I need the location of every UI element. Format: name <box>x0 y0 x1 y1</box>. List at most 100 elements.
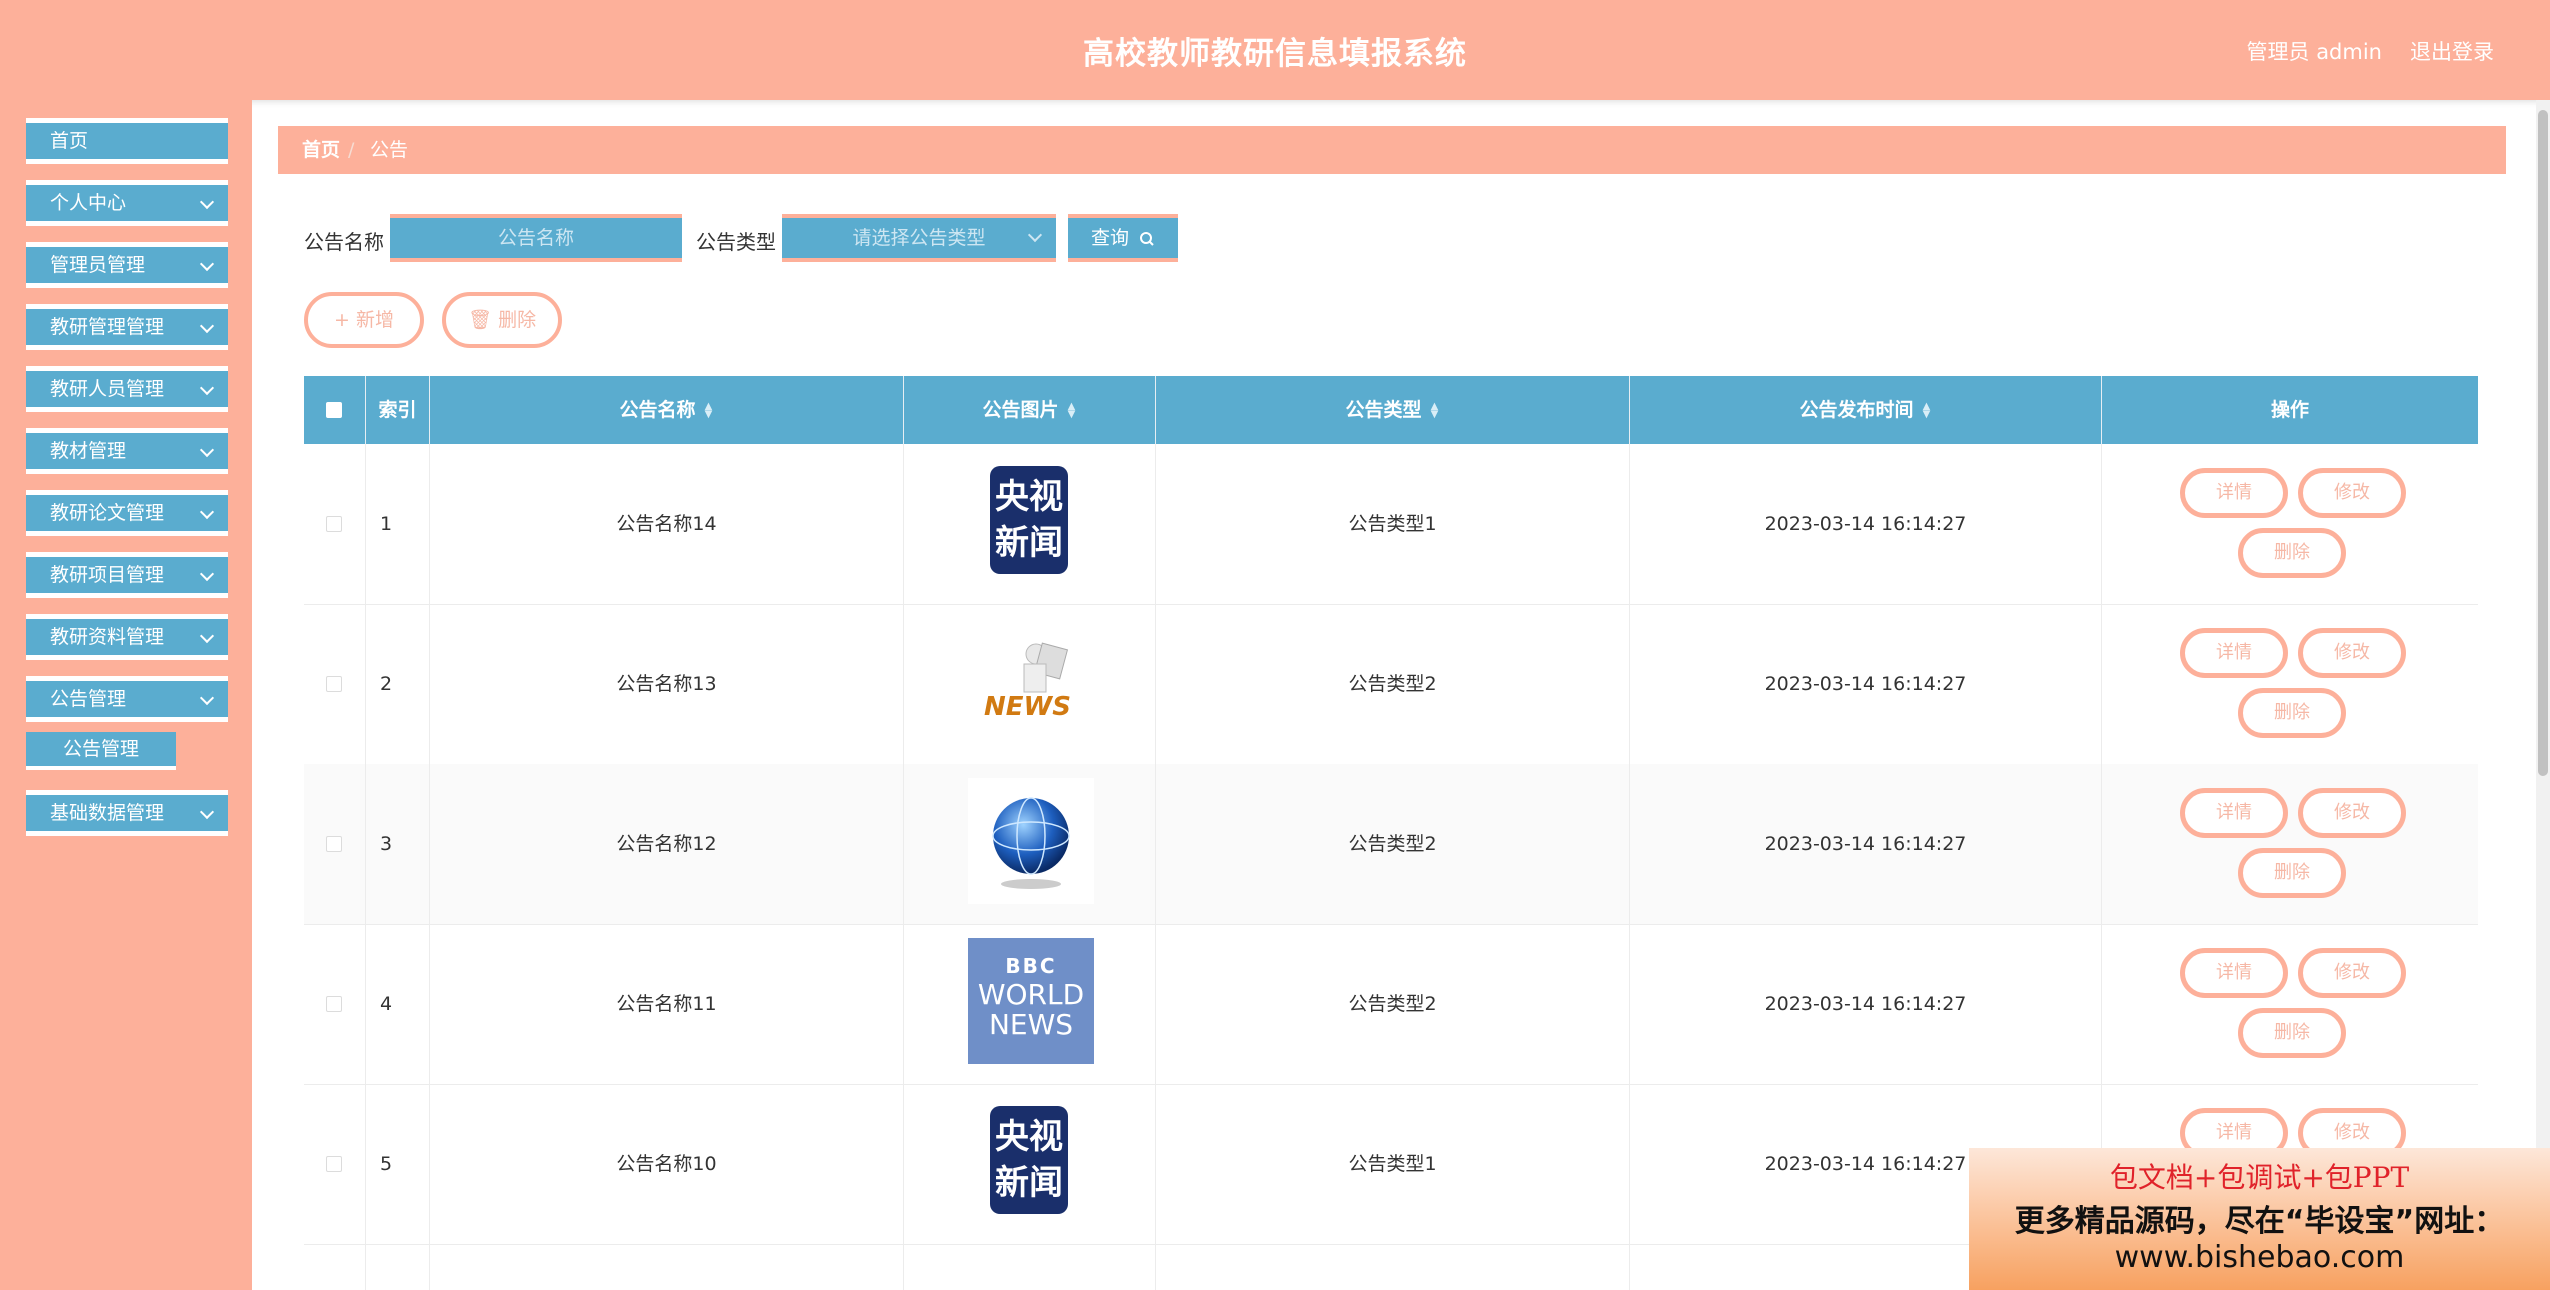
delete-button[interactable]: 删除 <box>2238 528 2346 578</box>
col-type-label: 公告类型 <box>1345 399 1422 421</box>
table-header: 索引 公告名称 ▲ ▼ 公告图片 ▲ ▼ 公告类型 ▲ ▼ 公告发布时间 ▲ ▼ 操作 <box>304 376 2478 444</box>
detail-button[interactable]: 详情 <box>2180 628 2288 678</box>
cctv-logo-line1: 央视 <box>995 477 1063 517</box>
chevron-down-icon <box>199 628 215 644</box>
row-select-cell <box>304 1244 366 1290</box>
query-button[interactable]: 查询 <box>1068 214 1178 262</box>
search-icon <box>1140 231 1154 246</box>
page-scrollbar-thumb[interactable] <box>2538 110 2548 776</box>
notice-type-select[interactable]: 请选择公告类型 <box>782 214 1056 262</box>
edit-button[interactable]: 修改 <box>2298 948 2406 998</box>
notice-name-input[interactable]: 公告名称 <box>390 214 682 262</box>
cctv-news-image: 央视 新闻 <box>990 1106 1068 1214</box>
breadcrumb-current: 公告 <box>370 139 409 161</box>
detail-button[interactable]: 详情 <box>2180 468 2288 518</box>
sidebar-item-admins[interactable]: 管理员管理 <box>26 242 228 288</box>
batch-delete-label: 删除 <box>498 309 537 331</box>
current-user: 管理员 admin <box>2246 40 2382 64</box>
sort-icon[interactable]: ▲ ▼ <box>1922 401 1932 419</box>
sidebar-item-home[interactable]: 首页 <box>26 118 228 164</box>
news-figure-image: NEWS <box>984 634 1080 724</box>
sidebar-item-researchers[interactable]: 教研人员管理 <box>26 366 228 412</box>
sidebar-item-label: 教研人员管理 <box>50 378 165 400</box>
notice-type-placeholder: 请选择公告类型 <box>852 227 986 249</box>
edit-button[interactable]: 修改 <box>2298 788 2406 838</box>
trash-icon: 🗑 <box>467 309 493 331</box>
batch-delete-button[interactable]: 🗑 删除 <box>442 292 562 348</box>
row-select-cell <box>304 764 366 924</box>
row-actions: 详情 修改 删除 <box>2102 764 2478 924</box>
sort-icon[interactable]: ▲ ▼ <box>1067 401 1077 419</box>
col-image[interactable]: 公告图片 ▲ ▼ <box>904 376 1156 444</box>
row-actions: 详情 修改 删除 <box>2102 444 2478 604</box>
chevron-down-icon <box>199 504 215 520</box>
row-type: 公告类型1 <box>1156 1084 1630 1244</box>
sidebar-item-papers[interactable]: 教研论文管理 <box>26 490 228 536</box>
detail-button[interactable]: 详情 <box>2180 948 2288 998</box>
select-all-checkbox[interactable] <box>326 402 342 418</box>
delete-button[interactable]: 删除 <box>2238 1008 2346 1058</box>
row-image-cell: NEWS <box>904 604 1156 764</box>
notice-name-label: 公告名称 <box>304 230 384 254</box>
edit-button[interactable]: 修改 <box>2298 628 2406 678</box>
notice-type-label: 公告类型 <box>696 230 776 254</box>
bbc-logo-text: BBC <box>1005 954 1057 978</box>
sidebar-item-projects[interactable]: 教研项目管理 <box>26 552 228 598</box>
row-checkbox[interactable] <box>326 676 342 692</box>
sidebar-item-label: 管理员管理 <box>50 254 146 276</box>
row-checkbox[interactable] <box>326 996 342 1012</box>
row-time: 2023-03-14 16:14:27 <box>1630 604 2102 764</box>
breadcrumb-home[interactable]: 首页 <box>302 126 340 174</box>
row-checkbox[interactable] <box>326 1156 342 1172</box>
table-row: 4 公告名称11 BBC WORLD NEWS 公告类型2 2023-03-14… <box>304 924 2478 1085</box>
chevron-down-icon <box>199 256 215 272</box>
news-word: NEWS <box>984 692 1071 722</box>
table-row: 3 公告名称12 公告类型2 2023-03-14 16:14:27 详情 修改… <box>304 764 2478 925</box>
add-button[interactable]: + 新增 <box>304 292 424 348</box>
row-index: 4 <box>366 924 430 1084</box>
col-time[interactable]: 公告发布时间 ▲ ▼ <box>1630 376 2102 444</box>
sidebar-item-research-mgmt[interactable]: 教研管理管理 <box>26 304 228 350</box>
delete-button[interactable]: 删除 <box>2238 848 2346 898</box>
sidebar-subitem-notices[interactable]: 公告管理 <box>26 732 176 770</box>
sidebar-item-profile[interactable]: 个人中心 <box>26 180 228 226</box>
sort-icon[interactable]: ▲ ▼ <box>704 401 714 419</box>
col-name-label: 公告名称 <box>619 399 696 421</box>
select-all-cell <box>304 376 366 444</box>
row-select-cell <box>304 604 366 764</box>
logout-link[interactable]: 退出登录 <box>2410 36 2494 66</box>
row-type <box>1156 1244 1630 1290</box>
row-image-cell <box>904 764 1156 924</box>
detail-button[interactable]: 详情 <box>2180 788 2288 838</box>
sort-icon[interactable]: ▲ ▼ <box>1430 401 1440 419</box>
sidebar-item-notices[interactable]: 公告管理 <box>26 676 228 722</box>
row-time: 2023-03-14 16:14:27 <box>1630 764 2102 924</box>
bbc-news-text: NEWS <box>988 1008 1074 1041</box>
row-index: 2 <box>366 604 430 764</box>
cctv-logo-line2: 新闻 <box>995 1163 1063 1203</box>
edit-button[interactable]: 修改 <box>2298 468 2406 518</box>
col-name[interactable]: 公告名称 ▲ ▼ <box>430 376 904 444</box>
promo-url: www.bishebao.com <box>2114 1240 2405 1275</box>
chevron-down-icon <box>1027 227 1043 243</box>
chevron-down-icon <box>199 442 215 458</box>
sidebar-item-base-data[interactable]: 基础数据管理 <box>26 790 228 836</box>
row-name: 公告名称11 <box>430 924 904 1084</box>
col-type[interactable]: 公告类型 ▲ ▼ <box>1156 376 1630 444</box>
sidebar-item-materials[interactable]: 教研资料管理 <box>26 614 228 660</box>
cctv-logo-line1: 央视 <box>995 1117 1063 1157</box>
col-ops: 操作 <box>2270 399 2309 421</box>
row-select-cell <box>304 924 366 1084</box>
row-name: 公告名称10 <box>430 1084 904 1244</box>
delete-button[interactable]: 删除 <box>2238 688 2346 738</box>
sidebar-item-textbooks[interactable]: 教材管理 <box>26 428 228 474</box>
row-name <box>430 1244 904 1290</box>
row-select-cell <box>304 1084 366 1244</box>
chevron-down-icon <box>199 380 215 396</box>
sidebar-item-label: 教研论文管理 <box>50 502 165 524</box>
row-checkbox[interactable] <box>326 516 342 532</box>
row-checkbox[interactable] <box>326 836 342 852</box>
cctv-logo-line2: 新闻 <box>995 523 1063 563</box>
sidebar-item-label: 教研管理管理 <box>50 316 165 338</box>
row-image-cell: 央视 新闻 <box>904 1084 1156 1244</box>
